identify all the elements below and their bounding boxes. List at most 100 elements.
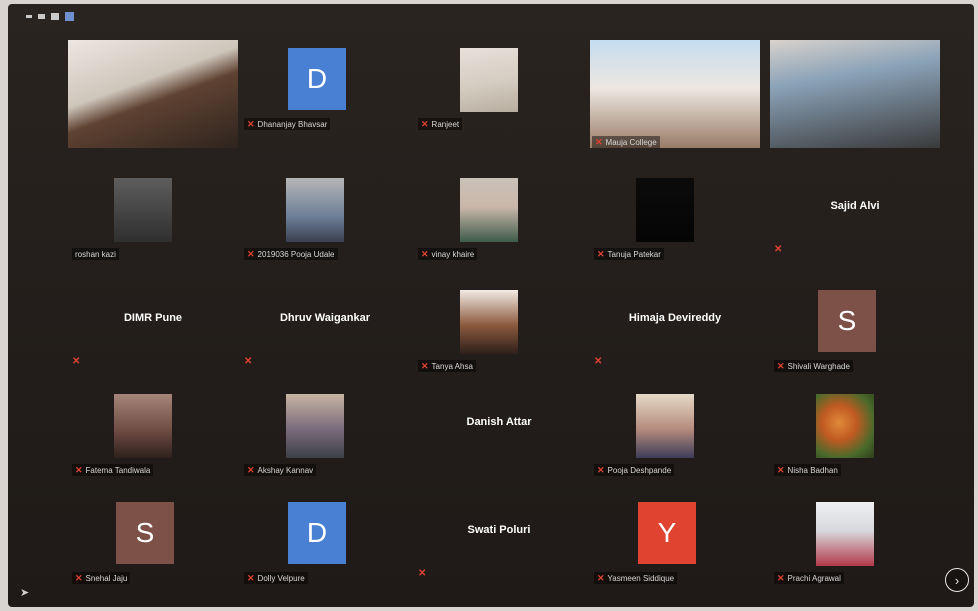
participant-tile[interactable]: ✕ Pooja Deshpande xyxy=(580,386,770,491)
participant-label-text: vinay khaire xyxy=(431,249,475,259)
participant-tile[interactable]: Swati Poluri ✕ xyxy=(404,494,594,599)
participant-label-text: Akshay Kannav xyxy=(257,465,314,475)
participant-label: ✕ Yasmeen Siddique xyxy=(594,572,678,584)
participant-tile[interactable]: ✕ Mauja College xyxy=(580,40,770,148)
mic-muted-icon: ✕ xyxy=(597,464,605,475)
mic-muted-icon: ✕ xyxy=(774,244,783,255)
participant-label: ✕ Akshay Kannav xyxy=(244,464,317,476)
participant-video xyxy=(636,178,694,242)
minimize-icon[interactable] xyxy=(26,15,32,18)
participant-label: ✕ Ranjeet xyxy=(418,118,463,130)
participant-tile[interactable]: Danish Attar xyxy=(404,386,594,491)
chevron-right-icon: › xyxy=(954,572,960,588)
participant-tile[interactable]: Sajid Alvi ✕ xyxy=(760,170,950,275)
participant-video xyxy=(114,394,172,458)
mic-muted-icon: ✕ xyxy=(75,572,83,583)
mic-muted-icon: ✕ xyxy=(75,464,83,475)
participant-tile[interactable]: ✕ Tanya Ahsa xyxy=(404,282,594,387)
mic-muted-icon: ✕ xyxy=(421,248,429,259)
pointer-icon: ➤ xyxy=(20,587,30,599)
participant-tile[interactable]: Y ✕ Yasmeen Siddique xyxy=(580,494,770,599)
participant-tile[interactable]: ✕ Nisha Badhan xyxy=(760,386,950,491)
participant-label-text: Fatema Tandiwala xyxy=(85,465,151,475)
view-toolbar xyxy=(26,12,74,21)
participant-tile[interactable]: S ✕ Snehal Jaju xyxy=(58,494,248,599)
participant-label: ✕ Fatema Tandiwala xyxy=(72,464,154,476)
participant-label: ✕ 2019036 Pooja Udale xyxy=(244,248,338,260)
participant-name: Dhruv Waigankar xyxy=(279,312,371,324)
mic-muted-icon: ✕ xyxy=(247,464,255,475)
avatar: D xyxy=(288,48,346,110)
next-page-button[interactable]: › xyxy=(945,568,969,592)
mic-muted-icon: ✕ xyxy=(594,356,603,367)
participant-tile[interactable]: roshan kazi xyxy=(58,170,248,275)
mic-muted-icon: ✕ xyxy=(421,360,429,371)
mic-muted-icon: ✕ xyxy=(247,572,255,583)
participant-video xyxy=(68,40,238,148)
participant-tile[interactable]: D ✕ Dhananjay Bhavsar xyxy=(230,40,420,145)
participant-label-text: Nisha Badhan xyxy=(787,465,838,475)
participant-label-text: 2019036 Pooja Udale xyxy=(257,249,335,259)
participant-video xyxy=(114,178,172,242)
participant-label: ✕ Tanuja Patekar xyxy=(594,248,664,260)
participant-tile[interactable]: ✕ Tanuja Patekar xyxy=(580,170,770,275)
avatar: Y xyxy=(638,502,696,564)
participant-label: roshan kazi xyxy=(72,248,119,260)
participant-tile[interactable]: ✕ Prachi Agrawal xyxy=(760,494,950,599)
participant-tile[interactable]: ✕ vinay khaire xyxy=(404,170,594,275)
participant-label-text: roshan kazi xyxy=(75,249,116,259)
participant-tile[interactable]: ✕ Akshay Kannav xyxy=(230,386,420,491)
mic-muted-icon: ✕ xyxy=(244,356,253,367)
participant-name: Swati Poluri xyxy=(467,524,531,536)
participant-video xyxy=(460,178,518,242)
participant-video xyxy=(636,394,694,458)
participant-label-text: Prachi Agrawal xyxy=(787,573,841,583)
participant-video xyxy=(590,40,760,148)
participant-name: Danish Attar xyxy=(466,416,532,428)
gallery-view-icon[interactable] xyxy=(65,12,74,21)
participant-label-text: Snehal Jaju xyxy=(85,573,128,583)
participant-tile[interactable]: ✕ Fatema Tandiwala xyxy=(58,386,248,491)
mic-muted-icon: ✕ xyxy=(777,464,785,475)
participant-name: Himaja Devireddy xyxy=(628,312,722,324)
participant-video xyxy=(460,290,518,354)
participant-label: ✕ Prachi Agrawal xyxy=(774,572,844,584)
restore-icon[interactable] xyxy=(38,14,45,19)
mic-muted-icon: ✕ xyxy=(595,136,603,147)
participant-video xyxy=(816,394,874,458)
participant-tile[interactable]: Dhruv Waigankar ✕ xyxy=(230,282,420,387)
participant-label-text: Dhananjay Bhavsar xyxy=(257,119,328,129)
list-view-icon[interactable] xyxy=(51,13,59,20)
participant-tile[interactable] xyxy=(760,40,950,148)
mic-muted-icon: ✕ xyxy=(418,568,427,579)
participant-label: ✕ Snehal Jaju xyxy=(72,572,131,584)
participant-tile[interactable]: ✕ 2019036 Pooja Udale xyxy=(230,170,420,275)
participant-video xyxy=(816,502,874,566)
participant-video xyxy=(770,40,940,148)
meeting-gallery: D ✕ Dhananjay Bhavsar ✕ Ranjeet ✕ Mauja Colleg… xyxy=(8,4,974,607)
participant-label-text: Shivali Warghade xyxy=(787,361,850,371)
mic-muted-icon: ✕ xyxy=(72,356,81,367)
mic-muted-icon: ✕ xyxy=(421,118,429,129)
mic-muted-icon: ✕ xyxy=(777,360,785,371)
participant-tile[interactable] xyxy=(58,40,248,148)
participant-label-text: Pooja Deshpande xyxy=(607,465,672,475)
mic-muted-icon: ✕ xyxy=(777,572,785,583)
participant-name: Sajid Alvi xyxy=(830,200,880,212)
participant-tile[interactable]: S ✕ Shivali Warghade xyxy=(760,282,950,387)
participant-tile[interactable]: DIMR Pune ✕ xyxy=(58,282,248,387)
participant-label: ✕ vinay khaire xyxy=(418,248,478,260)
participant-label: ✕ Dhananjay Bhavsar xyxy=(244,118,331,130)
mic-muted-icon: ✕ xyxy=(247,248,255,259)
participant-label: ✕ Mauja College xyxy=(592,136,660,148)
participant-tile[interactable]: D ✕ Dolly Velpure xyxy=(230,494,420,599)
participant-label: ✕ Nisha Badhan xyxy=(774,464,841,476)
participant-label-text: Tanya Ahsa xyxy=(431,361,473,371)
participant-tile[interactable]: ✕ Ranjeet xyxy=(404,40,594,145)
participant-label-text: Mauja College xyxy=(605,137,657,147)
participant-tile[interactable]: Himaja Devireddy ✕ xyxy=(580,282,770,387)
participant-label: ✕ Dolly Velpure xyxy=(244,572,308,584)
mic-muted-icon: ✕ xyxy=(597,248,605,259)
mic-muted-icon: ✕ xyxy=(247,118,255,129)
participant-video xyxy=(286,394,344,458)
